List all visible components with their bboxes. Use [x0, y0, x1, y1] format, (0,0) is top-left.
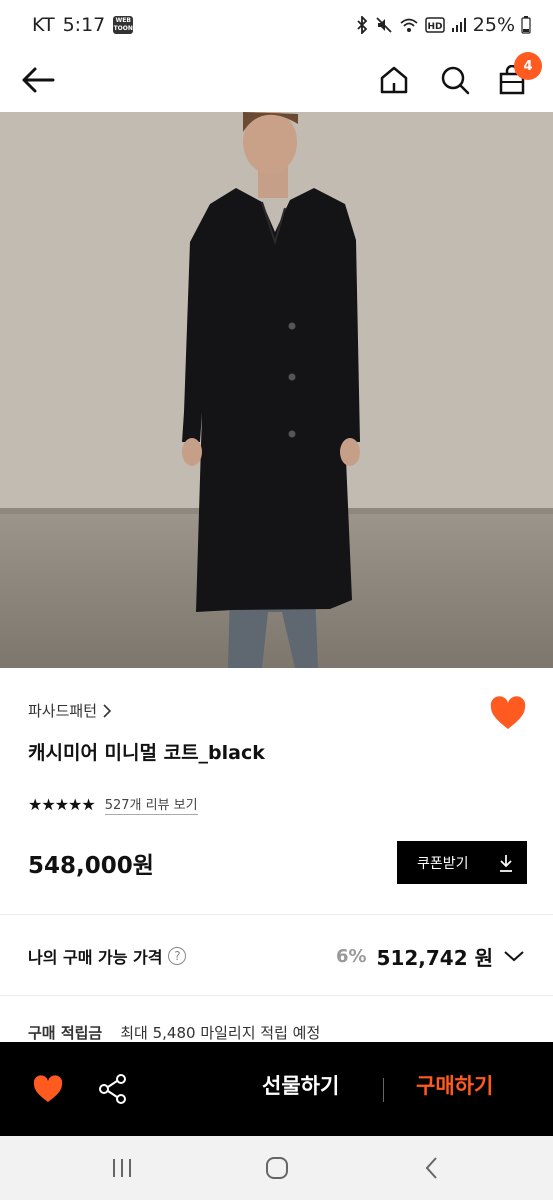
coupon-button[interactable]: 쿠폰받기 — [397, 841, 527, 884]
cart-button[interactable]: 4 — [490, 52, 542, 102]
coupon-label: 쿠폰받기 — [417, 855, 469, 872]
bottom-wishlist-button[interactable] — [32, 1074, 64, 1108]
home-button[interactable] — [372, 58, 416, 102]
home-icon — [380, 66, 408, 94]
top-nav: 4 — [0, 50, 553, 112]
system-nav-bar — [0, 1136, 553, 1200]
search-icon — [441, 66, 470, 95]
divider — [0, 995, 553, 996]
back-nav-button[interactable] — [412, 1152, 452, 1184]
my-price-toggle[interactable]: 6% 512,742 원 — [336, 942, 525, 971]
home-circle-icon — [266, 1157, 288, 1179]
my-price-label: 나의 구매 가능 가격 — [28, 948, 163, 967]
svg-text:HD: HD — [427, 22, 442, 32]
signal-icon — [451, 18, 466, 32]
brand-name: 파사드패턴 — [28, 702, 98, 720]
search-button[interactable] — [433, 58, 477, 102]
heart-icon — [490, 696, 526, 729]
battery-percent: 25% — [472, 14, 515, 36]
chevron-down-icon — [504, 951, 524, 962]
recent-apps-icon — [113, 1159, 131, 1177]
product-photo — [0, 112, 553, 668]
points-text: 최대 5,480 마일리지 적립 예정 — [120, 1024, 321, 1042]
download-icon — [500, 854, 512, 872]
carrier-label: KT — [32, 14, 55, 36]
heart-icon — [33, 1075, 63, 1102]
mute-icon — [376, 17, 392, 33]
discount-rate: 6% — [335, 945, 367, 967]
button-separator — [383, 1078, 384, 1102]
status-bar: KT 5:17 WEB TOON HD 25% — [0, 0, 553, 50]
product-image[interactable] — [0, 112, 553, 668]
product-name: 캐시미어 미니멀 코트_black — [28, 742, 265, 764]
points-label: 구매 적립금 — [28, 1024, 103, 1042]
divider — [0, 914, 553, 915]
status-left: KT 5:17 WEB TOON — [32, 14, 134, 36]
bluetooth-icon — [357, 16, 368, 34]
arrow-left-icon — [22, 67, 55, 93]
clock: 5:17 — [62, 14, 106, 36]
review-link[interactable]: 527개 리뷰 보기 — [104, 794, 198, 815]
wifi-icon — [400, 18, 418, 32]
cart-count-badge: 4 — [514, 52, 542, 80]
star-rating: ★★★★★ — [28, 795, 96, 814]
chevron-right-icon — [103, 703, 112, 718]
points-row: 구매 적립금 최대 5,480 마일리지 적립 예정 — [28, 1022, 320, 1043]
webtoon-app-icon: WEB TOON — [113, 16, 134, 34]
share-icon — [99, 1074, 126, 1104]
bottom-action-bar: 선물하기 구매하기 — [0, 1042, 553, 1136]
gift-button[interactable]: 선물하기 — [262, 1070, 339, 1100]
battery-icon — [521, 16, 531, 34]
product-price: 548,000원 — [28, 853, 154, 879]
buy-button[interactable]: 구매하기 — [416, 1070, 493, 1100]
recent-apps-button[interactable] — [102, 1152, 142, 1184]
share-button[interactable] — [98, 1073, 128, 1109]
status-right: HD 25% — [355, 14, 531, 36]
brand-link[interactable]: 파사드패턴 — [28, 700, 112, 721]
rating-row: ★★★★★ 527개 리뷰 보기 — [28, 794, 198, 815]
wishlist-button[interactable] — [488, 694, 528, 734]
hd-icon: HD — [425, 17, 445, 33]
my-price-row[interactable]: 나의 구매 가능 가격 ? 6% 512,742 원 — [0, 936, 553, 976]
help-icon[interactable]: ? — [168, 947, 187, 965]
back-chevron-icon — [425, 1157, 437, 1179]
back-button[interactable] — [16, 58, 60, 102]
home-nav-button[interactable] — [257, 1152, 297, 1184]
my-price-value: 512,742 원 — [376, 945, 493, 970]
